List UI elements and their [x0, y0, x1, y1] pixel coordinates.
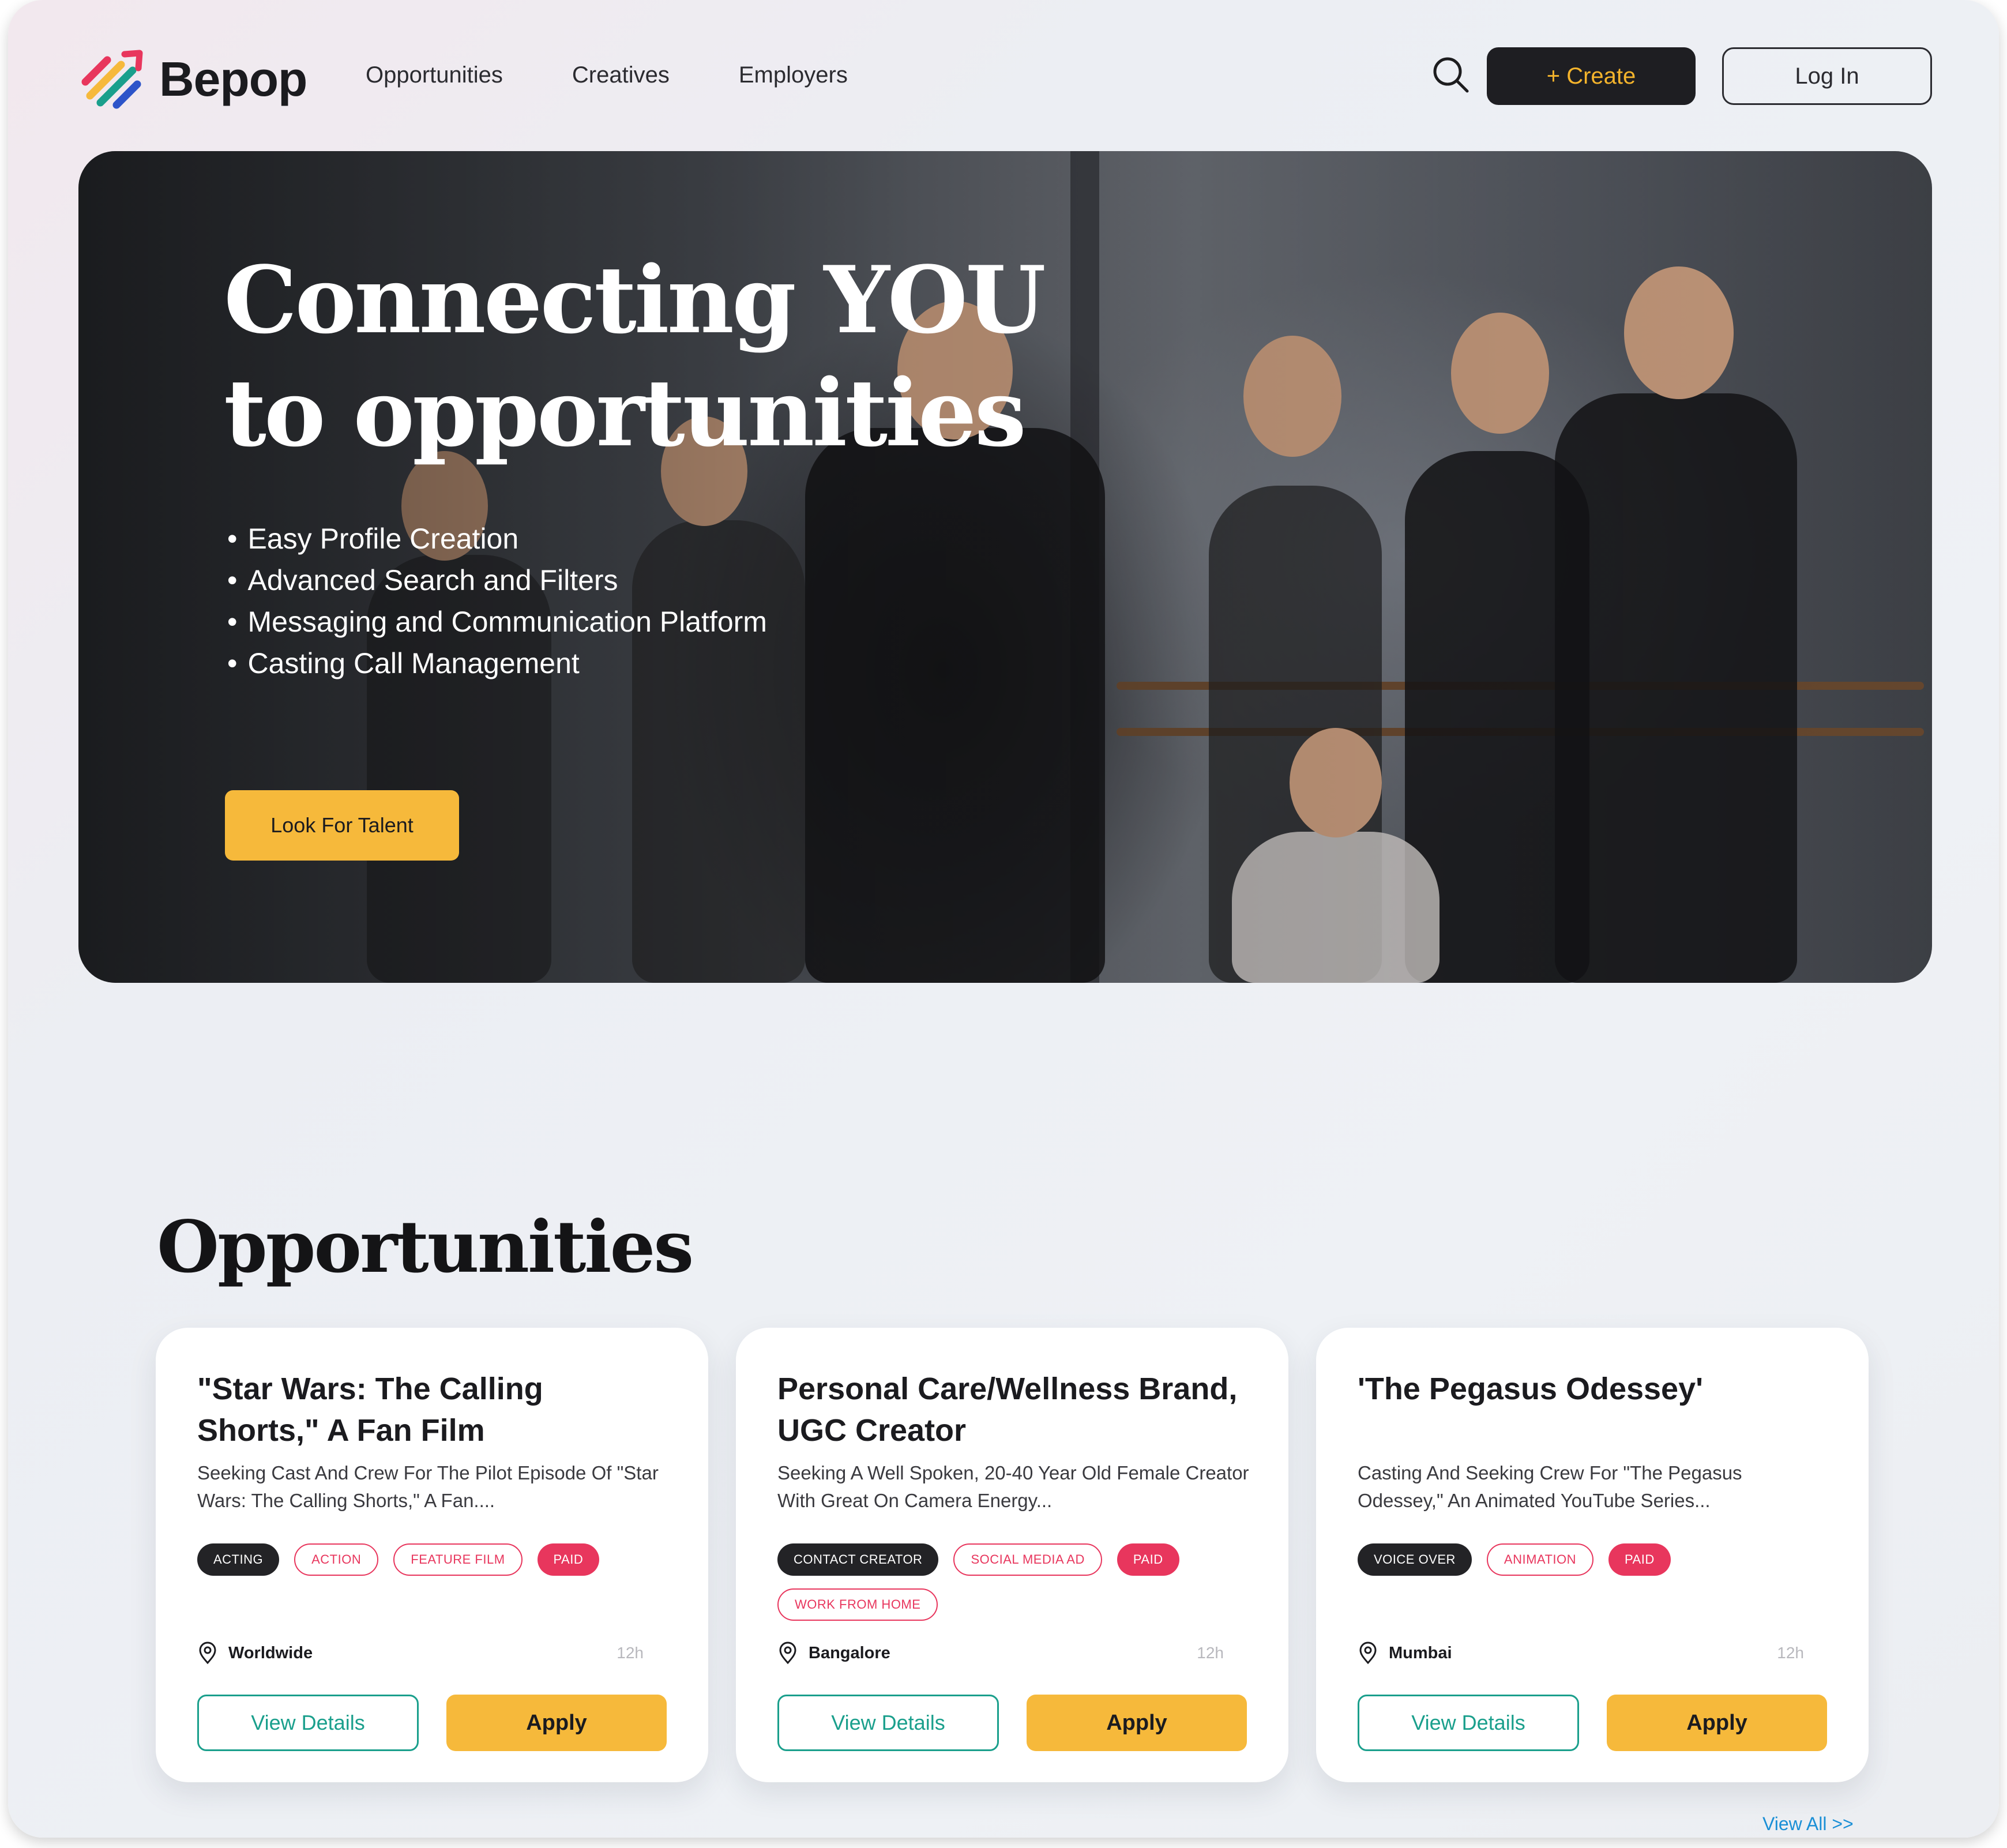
section-title-opportunities: Opportunities — [157, 1205, 694, 1289]
opportunity-card[interactable]: 'The Pegasus Odessey' Casting And Seekin… — [1316, 1328, 1869, 1782]
create-button[interactable]: + Create — [1487, 47, 1696, 105]
nav-link-opportunities[interactable]: Opportunities — [366, 62, 503, 88]
location-text: Worldwide — [228, 1643, 313, 1662]
posted-time: 12h — [617, 1644, 644, 1662]
tag[interactable]: Paid — [1117, 1543, 1179, 1576]
logo-icon — [81, 50, 143, 109]
tag[interactable]: Feature Film — [393, 1543, 523, 1576]
search-icon[interactable] — [1429, 53, 1473, 97]
card-title: 'The Pegasus Odessey' — [1358, 1372, 1703, 1406]
view-all-link[interactable]: View All >> — [1762, 1813, 1854, 1835]
tag[interactable]: Acting — [197, 1543, 280, 1576]
card-description: Seeking A Well Spoken, 20-40 Year Old Fe… — [777, 1462, 1249, 1511]
feature-list: Easy Profile Creation Advanced Search an… — [227, 518, 767, 684]
feature-item: Easy Profile Creation — [227, 518, 767, 559]
location-pin-icon — [779, 1642, 796, 1665]
brand-logo[interactable]: Bepop — [80, 47, 307, 111]
view-details-button[interactable]: View Details — [1358, 1695, 1579, 1751]
posted-time: 12h — [1777, 1644, 1804, 1662]
tag[interactable]: Action — [294, 1543, 379, 1576]
nav-link-creatives[interactable]: Creatives — [572, 62, 670, 88]
hero-title-line1: Connecting YOU — [224, 246, 1046, 354]
view-details-button[interactable]: View Details — [197, 1695, 419, 1751]
tag-list: Voice Over Animation Paid — [1358, 1543, 1831, 1576]
hero-title-line2: to opportunities — [224, 359, 1027, 467]
top-nav: Bepop Opportunities Creatives Employers … — [8, 0, 1999, 150]
feature-item: Messaging and Communication Platform — [227, 601, 767, 643]
login-button[interactable]: Log In — [1722, 47, 1932, 105]
feature-item: Advanced Search and Filters — [227, 559, 767, 601]
card-title: "Star Wars: The Calling Shorts," A Fan F… — [197, 1372, 543, 1448]
page-frame: Bepop Opportunities Creatives Employers … — [8, 0, 1999, 1838]
tag[interactable]: Contact Creator — [777, 1543, 939, 1576]
brand-name: Bepop — [159, 51, 307, 106]
view-details-button[interactable]: View Details — [777, 1695, 999, 1751]
card-description: Casting And Seeking Crew For "The Pegasu… — [1358, 1462, 1742, 1511]
tag[interactable]: Social Media Ad — [953, 1543, 1102, 1576]
nav-link-employers[interactable]: Employers — [739, 62, 848, 88]
card-location: Worldwide — [197, 1642, 313, 1665]
tag[interactable]: Paid — [537, 1543, 600, 1576]
card-location: Bangalore — [777, 1642, 890, 1665]
tag[interactable]: Work From Home — [777, 1588, 938, 1621]
tag[interactable]: Paid — [1608, 1543, 1671, 1576]
opportunity-card[interactable]: "Star Wars: The Calling Shorts," A Fan F… — [156, 1328, 708, 1782]
tag[interactable]: Animation — [1486, 1543, 1594, 1576]
tag-list: Acting Action Feature Film Paid — [197, 1543, 670, 1576]
tag-list: Contact Creator Social Media Ad Paid Wor… — [777, 1543, 1250, 1621]
apply-button[interactable]: Apply — [446, 1695, 667, 1751]
apply-button[interactable]: Apply — [1027, 1695, 1247, 1751]
location-text: Bangalore — [809, 1643, 890, 1662]
hero-title: Connecting YOU to opportunities — [224, 243, 1089, 469]
main-nav: Opportunities Creatives Employers — [366, 62, 848, 88]
feature-item: Casting Call Management — [227, 643, 767, 684]
hero-banner: Connecting YOU to opportunities Easy Pro… — [78, 151, 1932, 983]
location-pin-icon — [199, 1642, 216, 1665]
look-for-talent-button[interactable]: Look For Talent — [225, 790, 459, 861]
opportunity-cards: "Star Wars: The Calling Shorts," A Fan F… — [156, 1328, 1869, 1783]
opportunity-card[interactable]: Personal Care/Wellness Brand, UGC Creato… — [736, 1328, 1288, 1782]
card-title: Personal Care/Wellness Brand, UGC Creato… — [777, 1372, 1238, 1448]
location-pin-icon — [1359, 1642, 1377, 1665]
card-location: Mumbai — [1358, 1642, 1452, 1665]
posted-time: 12h — [1197, 1644, 1224, 1662]
apply-button[interactable]: Apply — [1607, 1695, 1827, 1751]
card-description: Seeking Cast And Crew For The Pilot Epis… — [197, 1462, 659, 1511]
location-text: Mumbai — [1389, 1643, 1452, 1662]
tag[interactable]: Voice Over — [1358, 1543, 1472, 1576]
